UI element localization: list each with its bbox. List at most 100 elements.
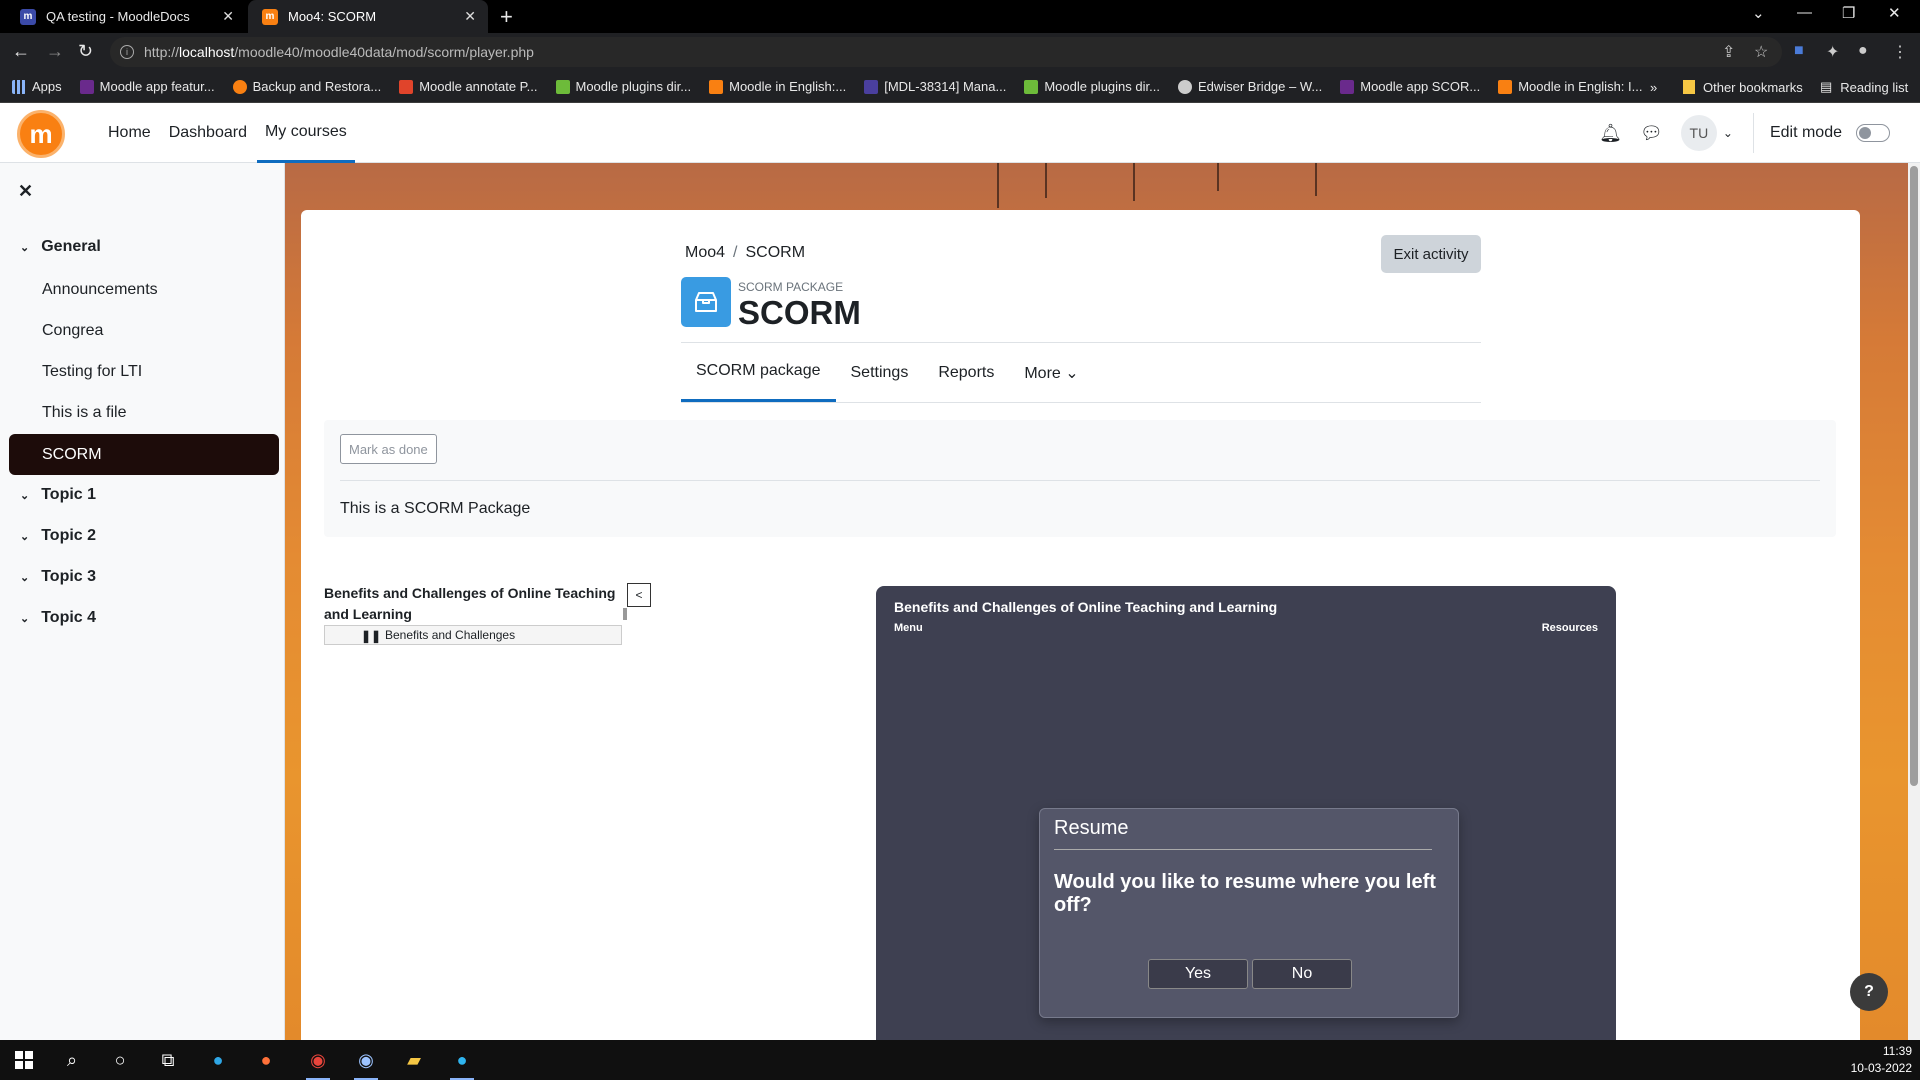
chrome-icon[interactable]: ◉ [294,1040,342,1080]
player-resources-button[interactable]: Resources [1542,622,1598,634]
nav-home[interactable]: Home [100,103,159,163]
tab-title: Moo4: SCORM [288,9,377,24]
bookmark-star-icon[interactable]: ☆ [1754,42,1768,62]
notifications-bell-icon[interactable]: 🔔︎ [1599,123,1622,144]
tab-search-icon[interactable]: ⌄ [1752,4,1765,22]
moodle-logo-icon[interactable]: m [17,110,65,158]
toc-scrollbar[interactable] [623,608,627,620]
section-general[interactable]: ⌄ General [20,238,101,256]
file-explorer-icon[interactable]: ▰ [390,1040,438,1080]
new-tab-icon[interactable]: + [500,4,513,30]
messages-icon[interactable]: 💬︎ [1640,123,1663,144]
toc-item[interactable]: ❚❚ Benefits and Challenges [324,625,622,645]
exit-activity-button[interactable]: Exit activity [1381,235,1481,273]
task-view-icon[interactable]: ⧉ [144,1040,192,1080]
drawer-item-scorm[interactable]: SCORM [9,434,279,475]
breadcrumb-course[interactable]: Moo4 [685,244,725,261]
section-topic-4[interactable]: ⌄ Topic 4 [20,609,96,627]
section-label: Topic 1 [41,486,97,503]
bookmark-item[interactable]: Moodle annotate P... [399,79,538,94]
user-menu-chevron-down-icon[interactable]: ⌄ [1723,126,1733,140]
tab-settings[interactable]: Settings [836,343,924,402]
mark-as-done-button[interactable]: Mark as done [340,434,437,464]
chrome-profile-icon[interactable]: ◉ [342,1040,390,1080]
browser-tab-scorm[interactable]: m Moo4: SCORM ✕ [248,0,488,33]
windows-start-icon[interactable] [0,1040,48,1080]
activity-info-divider [340,480,1820,481]
tab-reports[interactable]: Reports [923,343,1009,402]
share-icon[interactable]: ⇪ [1722,42,1735,62]
grass-stalk [1045,163,1047,198]
url-bar[interactable]: i http://localhost/moodle40/moodle40data… [110,37,1782,67]
bookmark-item[interactable]: [MDL-38314] Mana... [864,79,1006,94]
navbar-user-area: 🔔︎ 💬︎ TU ⌄ Edit mode [1599,103,1920,163]
system-clock[interactable]: 11:39 10-03-2022 [1851,1043,1912,1077]
section-label: General [41,238,101,255]
breadcrumb-activity[interactable]: SCORM [745,244,805,261]
edge-icon[interactable]: ● [194,1040,242,1080]
firefox-icon[interactable]: ● [242,1040,290,1080]
window-close-icon[interactable]: ✕ [1888,4,1901,22]
drawer-item-this-is-a-file[interactable]: This is a file [42,404,126,422]
bookmark-item[interactable]: Moodle app SCOR... [1340,79,1480,94]
section-topic-1[interactable]: ⌄ Topic 1 [20,486,96,504]
nav-my-courses[interactable]: My courses [256,103,355,163]
resume-yes-button[interactable]: Yes [1148,959,1248,989]
close-drawer-icon[interactable]: ✕ [18,181,33,202]
tab-more[interactable]: More ⌄ [1009,343,1093,402]
nav-dashboard[interactable]: Dashboard [161,103,255,163]
site-info-icon[interactable]: i [120,45,134,59]
edit-mode-toggle[interactable] [1856,124,1890,142]
tab-close-icon[interactable]: ✕ [464,8,476,25]
bookmark-item[interactable]: Moodle app featur... [79,79,215,94]
search-icon[interactable]: ⌕ [48,1040,96,1080]
profile-avatar-icon[interactable]: ● [1858,42,1868,60]
drawer-item-testing-for-lti[interactable]: Testing for LTI [42,363,142,381]
section-topic-3[interactable]: ⌄ Topic 3 [20,568,96,586]
browser-tab-qa-testing[interactable]: m QA testing - MoodleDocs ✕ [6,0,246,33]
page-scrollbar-thumb[interactable] [1910,166,1918,786]
restore-icon[interactable]: ❐ [1842,4,1855,22]
bookmark-item[interactable]: Backup and Restora... [232,79,381,94]
chevron-down-icon[interactable]: ⌄ [20,530,29,543]
extensions-puzzle-icon[interactable]: ✦ [1826,42,1839,62]
back-icon[interactable]: ← [12,41,30,62]
moodledocs-favicon-icon: m [20,8,36,25]
user-avatar[interactable]: TU [1680,115,1717,151]
more-bookmarks-icon[interactable]: » [1650,71,1657,103]
tab-title: QA testing - MoodleDocs [46,9,190,24]
bookmark-label: Moodle annotate P... [419,79,538,94]
toc-collapse-button[interactable]: < [627,583,651,607]
tab-close-icon[interactable]: ✕ [222,8,234,25]
chevron-down-icon[interactable]: ⌄ [20,489,29,502]
edit-mode-label: Edit mode [1769,124,1842,141]
drawer-item-announcements[interactable]: Announcements [42,281,158,299]
other-bookmarks[interactable]: Other bookmarks [1683,71,1803,103]
bookmark-item[interactable]: Moodle plugins dir... [555,79,691,94]
help-button[interactable]: ? [1850,973,1888,1011]
moodle-favicon-icon: m [262,8,278,25]
resume-no-button[interactable]: No [1252,959,1352,989]
bookmark-item[interactable]: Moodle plugins dir... [1024,79,1160,94]
bookmark-apps[interactable]: Apps [12,79,62,94]
browser-menu-icon[interactable]: ⋮ [1892,42,1908,62]
player-menu-button[interactable]: Menu [894,622,923,634]
reading-list-label: Reading list [1840,79,1909,95]
drawer-item-congrea[interactable]: Congrea [42,322,103,340]
forward-icon[interactable]: → [46,41,64,62]
bookmark-item[interactable]: Edwiser Bridge – W... [1177,79,1322,94]
chevron-down-icon[interactable]: ⌄ [20,571,29,584]
chevron-down-icon[interactable]: ⌄ [20,612,29,625]
bookmark-label: [MDL-38314] Mana... [884,79,1007,94]
tab-scorm-package[interactable]: SCORM package [681,343,836,402]
bookmark-item[interactable]: Moodle in English:... [709,79,846,94]
reload-icon[interactable]: ↻ [78,41,93,62]
minimize-icon[interactable]: — [1797,4,1812,21]
reading-list[interactable]: ▤ Reading list [1820,71,1908,103]
bookmark-item[interactable]: Moodle in English: I... [1498,79,1642,94]
chevron-down-icon[interactable]: ⌄ [20,241,29,254]
extension-icon[interactable]: ■ [1794,42,1804,60]
cortana-icon[interactable]: ○ [96,1040,144,1080]
app-icon[interactable]: ● [438,1040,486,1080]
section-topic-2[interactable]: ⌄ Topic 2 [20,527,96,545]
